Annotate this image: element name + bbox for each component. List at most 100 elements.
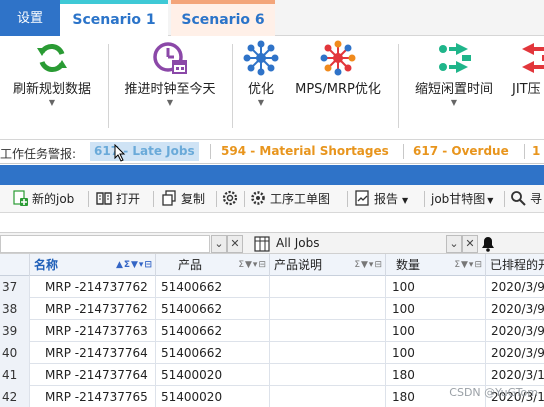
cell-product: 51400662 (156, 298, 270, 320)
refresh-label: 刷新规划数据 (12, 82, 91, 97)
network-icon (243, 40, 279, 76)
cell-quantity: 100 (386, 298, 486, 320)
report-dropdown[interactable]: 报告 ▼ (354, 189, 408, 209)
open-button[interactable]: 打开 (96, 189, 140, 209)
mps-mrp-optimize-button[interactable]: MPS/MRP优化 (286, 36, 390, 140)
tab-settings[interactable]: 设置 (0, 0, 60, 36)
filter-dropdown-button[interactable]: ⌄ (211, 235, 227, 253)
bell-icon[interactable] (480, 236, 496, 252)
chevron-down-icon: ▼ (450, 98, 458, 107)
cell-description (270, 276, 386, 298)
chevron-down-icon: ▼ (166, 98, 174, 107)
toolbar-divider (88, 191, 89, 207)
cell-quantity: 100 (386, 320, 486, 342)
chevron-down-icon: ▼ (257, 98, 265, 107)
alert-overdue[interactable]: 617 - Overdue (409, 142, 513, 161)
filter-clear-button[interactable]: ✕ (227, 235, 243, 253)
filter-input[interactable] (0, 235, 210, 253)
clock-calendar-icon (153, 42, 187, 74)
toolbar-divider (153, 191, 154, 207)
optimize-button[interactable]: 优化 ▼ (236, 36, 286, 140)
copy-icon (162, 190, 176, 206)
advance-clock-button[interactable]: 推进时钟至今天 ▼ (112, 36, 228, 140)
cell-name: MRP -214737764 (40, 342, 156, 364)
cell-product: 51400020 (156, 386, 270, 407)
chevron-down-icon: ▼ (48, 98, 56, 107)
cell-scheduled-start: 2020/3/9 (491, 280, 544, 294)
search-label: 寻 (530, 192, 543, 206)
view-dropdown-button[interactable]: ⌄ (446, 235, 462, 253)
column-header-description[interactable]: 产品说明 Σ▼▾⊟ (270, 254, 386, 276)
routing-chart-button[interactable]: 工序工单图 (250, 189, 330, 209)
ribbon: 刷新规划数据 ▼ 推进时钟至今天 ▼ 优化 ▼ MPS/MRP优化 缩短闲置时间… (0, 36, 544, 140)
alert-more[interactable]: 1 (528, 142, 544, 161)
column-tools-icon[interactable]: Σ▼▾⊟ (238, 254, 267, 276)
shorten-idle-time-button[interactable]: 缩短闲置时间 ▼ (402, 36, 506, 140)
mouse-cursor-icon (114, 144, 126, 162)
column-tools-icon[interactable]: ▲Σ▼▾⊟ (116, 254, 153, 276)
row-index: 41 (0, 364, 30, 386)
cell-product: 51400020 (156, 364, 270, 386)
grid-view-icon[interactable] (254, 236, 270, 252)
column-header-scheduled-start[interactable]: 已排程的开 (486, 254, 544, 276)
copy-button[interactable]: 复制 (161, 189, 205, 209)
new-job-button[interactable]: 新的job (12, 189, 74, 209)
cell-product: 51400662 (156, 342, 270, 364)
cell-description (270, 298, 386, 320)
network-multicolor-icon (320, 40, 356, 76)
table-row[interactable]: 39 MRP -214737763 51400662 100 2020/3/9 (0, 320, 544, 342)
alert-divider (210, 144, 211, 159)
cell-description (270, 320, 386, 342)
job-alerts-bar: 工作任务警报: 617 - Late Jobs 594 - Material S… (0, 140, 544, 164)
gear-icon (222, 190, 238, 206)
column-header-quantity[interactable]: 数量 Σ▼▾⊟ (386, 254, 486, 276)
open-label: 打开 (116, 192, 141, 206)
column-tools-icon[interactable]: Σ▼▾⊟ (354, 254, 383, 276)
cell-quantity: 100 (386, 276, 486, 298)
job-gantt-dropdown[interactable]: job甘特图 ▼ (431, 189, 493, 209)
jit-button[interactable]: JIT压 (506, 36, 544, 140)
table-row[interactable]: 37 MRP -214737762 51400662 100 2020/3/9 (0, 276, 544, 298)
view-clear-button[interactable]: ✕ (462, 235, 478, 253)
column-tools-icon[interactable]: Σ▼▾⊟ (454, 254, 483, 276)
routing-gear-icon (251, 191, 265, 205)
ribbon-tab-bar: 设置 Scenario 1 Scenario 6 (0, 0, 544, 37)
cell-name: MRP -214737762 (40, 298, 156, 320)
cell-product: 51400662 (156, 320, 270, 342)
row-index: 38 (0, 298, 30, 320)
watermark: CSDN @YuGTom (449, 386, 538, 399)
alert-late-jobs[interactable]: 617 - Late Jobs (90, 142, 199, 161)
cell-scheduled-start: 2020/3/16 (491, 368, 544, 382)
jit-arrows-icon (522, 43, 544, 73)
cell-description (270, 386, 386, 407)
panel-header-band (0, 165, 544, 185)
ribbon-divider (398, 44, 399, 128)
gantt-label: job甘特图 (431, 192, 486, 206)
toolbar-divider (216, 191, 217, 207)
jobs-toolbar: 新的job 打开 复制 工序工单图 报告 ▼ job甘特图 ▼ 寻 (0, 185, 544, 213)
search-icon (511, 191, 526, 206)
toolbar-divider (504, 191, 505, 207)
settings-button[interactable] (222, 189, 242, 209)
alert-material-shortages[interactable]: 594 - Material Shortages (217, 142, 393, 161)
cell-name: MRP -214737763 (40, 320, 156, 342)
alert-divider (403, 144, 404, 159)
table-row[interactable]: 41 MRP -214737764 51400020 180 2020/3/16 (0, 364, 544, 386)
column-header-name[interactable]: 名称 ▲Σ▼▾⊟ (30, 254, 156, 276)
ribbon-divider (108, 44, 109, 128)
tab-scenario-6[interactable]: Scenario 6 (171, 0, 275, 36)
refresh-planning-data-button[interactable]: 刷新规划数据 ▼ (0, 36, 104, 140)
column-header-product[interactable]: 产品 Σ▼▾⊟ (156, 254, 270, 276)
cell-name: MRP -214737764 (40, 364, 156, 386)
table-row[interactable]: 40 MRP -214737764 51400662 100 2020/3/9 (0, 342, 544, 364)
cell-name: MRP -214737762 (40, 276, 156, 298)
job-alerts-label: 工作任务警报: (0, 147, 77, 161)
mps-mrp-label: MPS/MRP优化 (295, 82, 381, 97)
toolbar-divider (244, 191, 245, 207)
tab-scenario-1[interactable]: Scenario 1 (60, 0, 168, 37)
view-selector-text[interactable]: All Jobs (276, 236, 319, 250)
routing-label: 工序工单图 (270, 192, 331, 206)
filter-row: ⌄ ✕ All Jobs ⌄ ✕ (0, 232, 544, 254)
table-row[interactable]: 38 MRP -214737762 51400662 100 2020/3/9 (0, 298, 544, 320)
search-button[interactable]: 寻 (510, 189, 542, 209)
